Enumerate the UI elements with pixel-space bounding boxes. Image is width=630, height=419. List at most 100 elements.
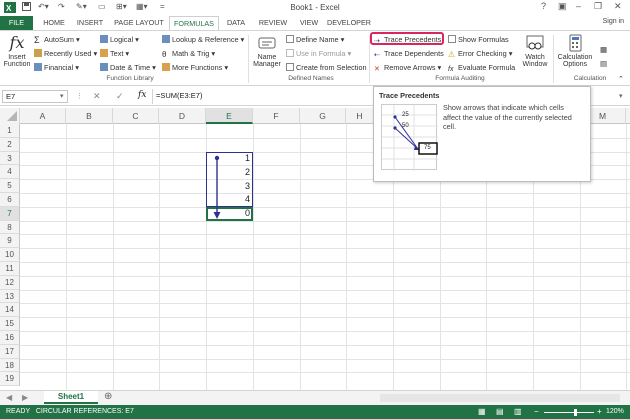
tab-insert[interactable]: INSERT (72, 16, 108, 30)
define-name-button[interactable]: Define Name ▾ (286, 35, 344, 44)
calculate-sheet-icon[interactable]: ▤ (600, 59, 607, 68)
tab-developer[interactable]: DEVELOPER (326, 16, 372, 30)
trace-dependents-button[interactable]: ⇠ Trace Dependents (374, 49, 444, 59)
insert-function-button[interactable]: fx Insert Function (2, 34, 32, 69)
gridline (346, 124, 347, 390)
zoom-slider-thumb[interactable] (574, 409, 577, 416)
close-button[interactable]: ✕ (614, 1, 622, 12)
row-header-3[interactable]: 3 (0, 151, 20, 166)
watch-window-label: Watch (525, 54, 545, 61)
financial-button[interactable]: Financial ▾ (34, 63, 79, 72)
row-header-4[interactable]: 4 (0, 165, 20, 180)
gridline (20, 262, 630, 263)
row-header-8[interactable]: 8 (0, 220, 20, 235)
collapse-ribbon-icon[interactable]: ⌃ (618, 75, 624, 83)
scroll-sheets-left-icon[interactable]: ◀ (6, 393, 12, 402)
use-in-formula-button[interactable]: Use in Formula ▾ (286, 49, 351, 58)
column-header-c[interactable]: C (113, 108, 159, 124)
name-manager-button[interactable]: Name Manager (250, 34, 284, 68)
zoom-in-button[interactable]: + (597, 407, 602, 416)
autosum-button[interactable]: Σ AutoSum ▾ (34, 35, 80, 45)
row-header-16[interactable]: 16 (0, 331, 20, 345)
row-header-19[interactable]: 19 (0, 372, 20, 387)
calculation-options-button[interactable]: Calculation Options (555, 34, 595, 68)
row-header-13[interactable]: 13 (0, 289, 20, 304)
row-header-15[interactable]: 15 (0, 317, 20, 331)
insert-function-fx-button[interactable]: fx (138, 90, 146, 100)
zoom-out-button[interactable]: − (534, 407, 539, 416)
row-header-18[interactable]: 18 (0, 358, 20, 373)
select-all-corner[interactable] (0, 108, 20, 124)
lookup-reference-button[interactable]: Lookup & Reference ▾ (162, 35, 244, 44)
show-formulas-button[interactable]: Show Formulas (448, 35, 509, 44)
tab-formulas[interactable]: FORMULAS (169, 16, 219, 30)
row-header-7[interactable]: 7 (0, 206, 20, 221)
column-header-f[interactable]: F (253, 108, 300, 124)
enter-icon[interactable]: ✓ (116, 91, 124, 102)
row-header-6[interactable]: 6 (0, 193, 20, 207)
tab-file[interactable]: FILE (0, 16, 33, 30)
tooltip-description: Show arrows that indicate which cells af… (443, 103, 572, 131)
row-header-2[interactable]: 2 (0, 137, 20, 152)
scroll-sheets-right-icon[interactable]: ▶ (22, 393, 28, 402)
row-header-11[interactable]: 11 (0, 262, 20, 276)
column-header-h[interactable]: H (346, 108, 374, 124)
name-box[interactable]: E7 (2, 90, 68, 103)
row-header-10[interactable]: 10 (0, 248, 20, 262)
tooltip-value-25: 25 (402, 112, 409, 118)
date-time-button[interactable]: Date & Time ▾ (100, 63, 156, 72)
page-layout-view-icon[interactable]: ▤ (496, 407, 504, 416)
tooltip-value-50: 50 (402, 123, 409, 129)
tooltip-value-75: 75 (424, 145, 431, 151)
create-from-selection-button[interactable]: Create from Selection (286, 63, 367, 72)
sheet-tab-sheet1[interactable]: Sheet1 (44, 391, 98, 404)
normal-view-icon[interactable]: ▦ (478, 407, 486, 416)
add-sheet-button[interactable]: ⊕ (104, 391, 112, 402)
book-icon (162, 35, 170, 43)
tab-review[interactable]: REVIEW (253, 16, 293, 30)
row-header-1[interactable]: 1 (0, 124, 20, 138)
column-header-e[interactable]: E (206, 108, 253, 124)
tab-view[interactable]: VIEW (294, 16, 324, 30)
page-break-view-icon[interactable]: ▥ (514, 407, 522, 416)
zoom-level[interactable]: 120% (606, 408, 624, 415)
column-header-g[interactable]: G (300, 108, 346, 124)
tab-page-layout[interactable]: PAGE LAYOUT (110, 16, 168, 30)
row-header-17[interactable]: 17 (0, 344, 20, 359)
calculate-now-icon[interactable]: ▦ (600, 45, 607, 54)
row-header-12[interactable]: 12 (0, 275, 20, 290)
date-time-label: Date & Time (110, 63, 151, 72)
evaluate-formula-button[interactable]: fx Evaluate Formula (448, 63, 515, 74)
remove-arrows-button[interactable]: ✕ Remove Arrows ▾ (374, 63, 441, 73)
row-header-5[interactable]: 5 (0, 179, 20, 193)
tab-data[interactable]: DATA (221, 16, 251, 30)
error-checking-button[interactable]: ⚠ Error Checking ▾ (448, 49, 512, 59)
ribbon-formulas: fx Insert Function Σ AutoSum ▾ Recently U… (0, 30, 630, 86)
math-trig-button[interactable]: θ Math & Trig ▾ (162, 49, 215, 59)
remove-arrows-label: Remove Arrows (384, 63, 436, 72)
formula-input[interactable]: =SUM(E3:E7) (156, 91, 202, 100)
row-header-9[interactable]: 9 (0, 234, 20, 249)
column-header-d[interactable]: D (159, 108, 206, 124)
recently-used-button[interactable]: Recently Used ▾ (34, 49, 97, 58)
sign-in-link[interactable]: Sign in (603, 18, 624, 25)
logical-button[interactable]: Logical ▾ (100, 35, 139, 44)
watch-window-label-2: Window (522, 61, 548, 68)
text-button[interactable]: Text ▾ (100, 49, 129, 58)
cancel-icon[interactable]: ✕ (93, 91, 101, 102)
zoom-slider[interactable] (544, 412, 594, 413)
name-box-dropdown-icon[interactable]: ▾ (60, 92, 64, 100)
column-header-a[interactable]: A (20, 108, 66, 124)
column-header-b[interactable]: B (66, 108, 113, 124)
row-header-14[interactable]: 14 (0, 303, 20, 318)
watch-window-button[interactable]: Watch Window (520, 34, 550, 68)
help-button[interactable]: ? (541, 1, 546, 11)
restore-button[interactable]: ❐ (594, 1, 602, 12)
expand-formula-bar-icon[interactable]: ▾ (619, 92, 623, 100)
trace-precedents-button[interactable]: ⇢ Trace Precedents (370, 32, 444, 45)
tab-home[interactable]: HOME (38, 16, 70, 30)
horizontal-scrollbar[interactable] (380, 394, 620, 402)
minimize-button[interactable]: – (576, 1, 581, 11)
more-functions-button[interactable]: More Functions ▾ (162, 63, 228, 72)
ribbon-display-icon[interactable]: ▣ (558, 1, 567, 12)
